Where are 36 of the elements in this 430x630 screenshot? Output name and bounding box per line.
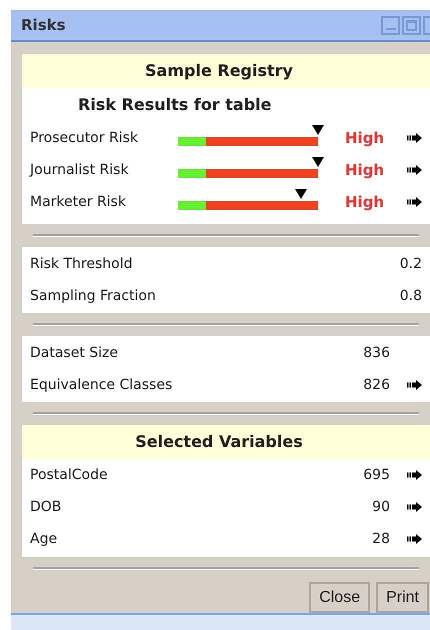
row-value: 28 (372, 530, 390, 548)
row-label: Sampling Fraction (30, 286, 157, 306)
safe-segment (178, 168, 206, 178)
arrow-icon[interactable] (407, 133, 422, 143)
row-value: 826 (363, 376, 390, 394)
row-value: 695 (363, 466, 390, 484)
row-value: 836 (363, 344, 390, 362)
row-label: Equivalence Classes (30, 376, 174, 394)
dialog-button[interactable]: Print (376, 582, 429, 613)
arrow-icon[interactable] (407, 197, 422, 207)
arrow-icon[interactable] (407, 502, 422, 512)
row-label: DOB (30, 498, 62, 516)
safe-segment (178, 200, 206, 210)
row-value: 0.2 (400, 254, 422, 274)
arrow-icon[interactable] (407, 380, 422, 390)
arrow-icon[interactable] (407, 165, 422, 175)
arrow-icon[interactable] (407, 470, 422, 480)
dialog-button[interactable]: Close (309, 582, 370, 613)
risk-label: Journalist Risk (30, 160, 130, 180)
row-label: Dataset Size (30, 344, 120, 362)
row-label: Risk Threshold (30, 254, 134, 274)
window-title: Risks (21, 14, 67, 36)
risk-label: Marketer Risk (30, 192, 127, 212)
risk-label: Prosecutor Risk (30, 128, 139, 148)
risk-result: High (345, 128, 386, 149)
row-label: Age (30, 530, 58, 548)
panel-header: Selected Variables (22, 425, 430, 459)
section-title: Risk Results for table (77, 94, 272, 116)
row-value: 0.8 (400, 286, 422, 306)
row-value: 90 (372, 498, 390, 516)
arrow-icon[interactable] (407, 534, 422, 544)
row-label: PostalCode (30, 466, 109, 484)
risk-result: High (345, 160, 386, 181)
safe-segment (178, 136, 206, 146)
panel-header: Sample Registry (22, 54, 430, 88)
risk-result: High (345, 192, 386, 213)
